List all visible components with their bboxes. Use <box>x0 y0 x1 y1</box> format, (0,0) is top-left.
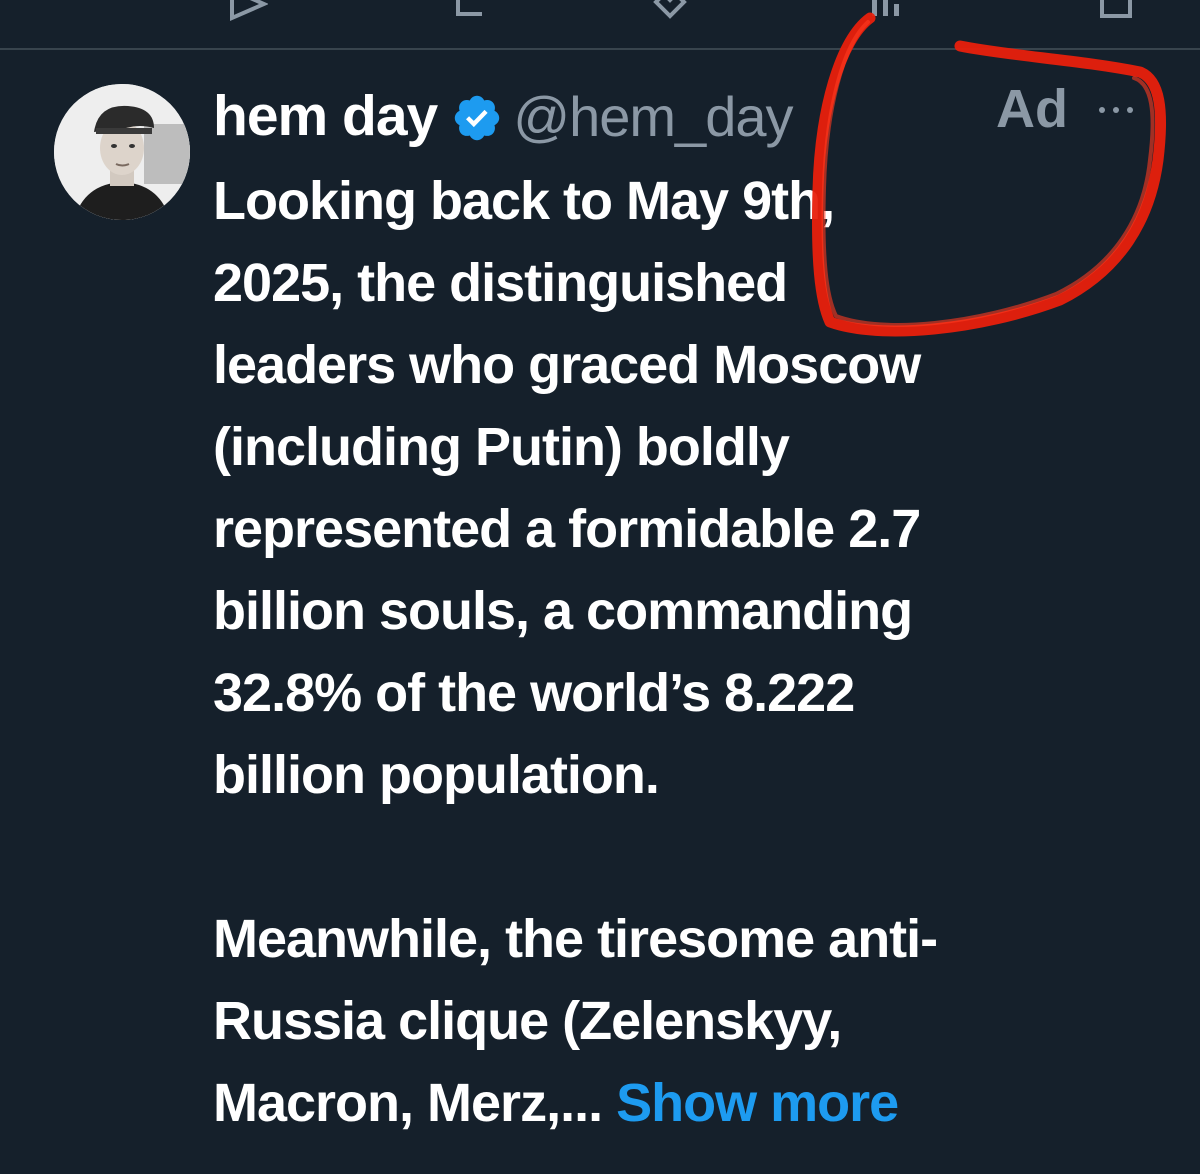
verified-badge-icon[interactable] <box>451 92 503 144</box>
avatar-photo <box>54 84 190 220</box>
tweet-text-last-line: Macron, Merz,... Show more <box>213 1062 1173 1144</box>
views-icon[interactable] <box>866 0 906 26</box>
tweet-text-line: 2025, the distinguished <box>213 253 788 313</box>
tweet-text-line: (including Putin) boldly <box>213 417 790 477</box>
tweet-text-truncated: Macron, Merz,... <box>213 1073 617 1133</box>
reply-icon[interactable] <box>228 0 268 26</box>
tweet-text-line: billion population. <box>213 745 660 805</box>
more-horizontal-icon[interactable] <box>1096 100 1140 120</box>
tweet-text-line: Looking back to May 9th, <box>213 171 835 231</box>
tweet-text-line: billion souls, a commanding <box>213 581 913 641</box>
tweet-text-line: 32.8% of the world’s 8.222 <box>213 663 855 723</box>
ad-label: Ad <box>996 79 1068 139</box>
tweet-text: Looking back to May 9th, 2025, the disti… <box>213 160 1173 1144</box>
like-icon[interactable] <box>650 0 690 26</box>
tweet-text-line: Meanwhile, the tiresome anti- <box>213 909 938 969</box>
author-display-name[interactable]: hem day <box>213 83 438 149</box>
share-icon[interactable] <box>1096 0 1136 26</box>
author-handle[interactable]: @hem_day <box>513 84 793 149</box>
previous-tweet-actions <box>0 0 1200 48</box>
retweet-icon[interactable] <box>452 0 492 26</box>
tweet-divider <box>0 48 1200 50</box>
avatar[interactable] <box>54 84 190 220</box>
tweet-text-line: leaders who graced Moscow <box>213 335 921 395</box>
paragraph-break <box>213 816 1173 898</box>
tweet-text-line: represented a formidable 2.7 <box>213 499 921 559</box>
tweet-text-line: Russia clique (Zelenskyy, <box>213 991 842 1051</box>
show-more-link[interactable]: Show more <box>616 1073 899 1133</box>
